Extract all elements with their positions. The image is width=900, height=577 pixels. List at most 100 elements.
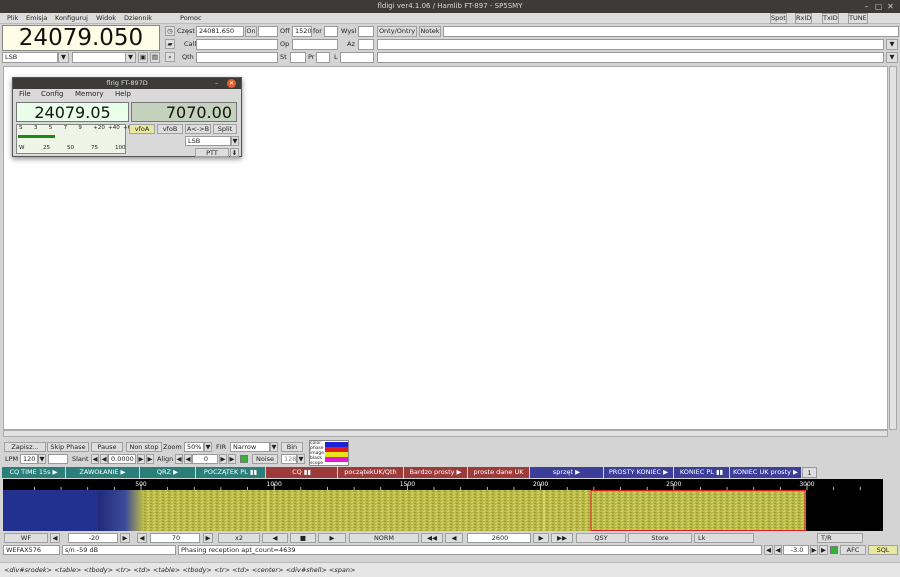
memory-icon[interactable]: ▣ <box>138 52 148 63</box>
chevron-down-icon[interactable]: ▼ <box>38 454 46 464</box>
decrease-icon[interactable]: ◀ <box>50 533 60 543</box>
chevron-down-icon[interactable]: ▼ <box>231 136 239 146</box>
menu-pomoc[interactable]: Pomoc <box>180 14 202 22</box>
rx-hscrollbar[interactable] <box>3 430 888 437</box>
macro-button-5[interactable]: CQ ▮▮ <box>266 467 337 478</box>
increase-small-icon[interactable]: ▶ <box>810 545 818 555</box>
vfob-display[interactable]: 7070.00 <box>131 102 237 122</box>
non-stop-button[interactable]: Non stop <box>126 442 162 452</box>
minimize-icon[interactable]: – <box>215 78 219 89</box>
az-field[interactable] <box>358 39 374 50</box>
spot-button[interactable]: Spot <box>770 13 787 24</box>
chevron-down-icon[interactable]: ▼ <box>886 39 898 50</box>
macro-button-8[interactable]: proste dane UK <box>468 467 529 478</box>
squelch-value[interactable]: -3.0 <box>783 545 809 555</box>
menu-widok[interactable]: Widok <box>96 14 116 22</box>
sql-button[interactable]: SQL <box>868 545 898 555</box>
increase-icon[interactable]: ▶ <box>819 545 828 555</box>
increase-icon[interactable]: ▶ <box>203 533 213 543</box>
decrease-icon[interactable]: ◀ <box>764 545 773 555</box>
mode-select[interactable]: LSB <box>2 52 58 63</box>
chevron-down-icon[interactable]: ▼ <box>125 52 136 63</box>
close-icon[interactable]: ✕ <box>886 2 895 11</box>
wf-min-field[interactable]: -20 <box>68 533 118 543</box>
maximize-icon[interactable]: ▢ <box>874 2 883 11</box>
increase-icon[interactable]: ▶ <box>146 454 154 464</box>
increase-small-icon[interactable]: ▶ <box>137 454 145 464</box>
vfob-button[interactable]: vfoB <box>157 124 183 134</box>
increase-small-icon[interactable]: ▶ <box>219 454 227 464</box>
tr-button[interactable]: T/R <box>817 533 863 543</box>
minimize-icon[interactable]: – <box>862 2 871 11</box>
store-button[interactable]: Store <box>628 533 692 543</box>
close-icon[interactable]: ✕ <box>227 79 236 88</box>
macro-button-1[interactable]: CQ TIME 15s ▶ <box>2 467 65 478</box>
decrease-small-icon[interactable]: ◀ <box>774 545 782 555</box>
czest-field[interactable]: 24081.650 <box>196 26 244 37</box>
macro-button-7[interactable]: Bardzo prosty ▶ <box>404 467 467 478</box>
chevron-down-icon[interactable]: ▼ <box>886 52 898 63</box>
pause-button[interactable]: Pause <box>91 442 123 452</box>
noise-field[interactable]: 128 <box>281 454 297 464</box>
chevron-down-icon[interactable]: ▼ <box>270 442 278 452</box>
afc-button[interactable]: AFC <box>840 545 866 555</box>
lock-button[interactable]: Lk <box>694 533 754 543</box>
chevron-down-icon[interactable]: ▼ <box>204 442 212 452</box>
align-field[interactable]: 0 <box>192 454 218 464</box>
zoom-select[interactable]: 50% <box>184 442 204 452</box>
flrig-window[interactable]: flrig FT-897D ✕ – File Config Memory Hel… <box>12 77 242 157</box>
macro-button-10[interactable]: PROSTY KONIEC ▶ <box>604 467 673 478</box>
flrig-menu-help[interactable]: Help <box>115 90 131 98</box>
decrease-icon[interactable]: ◀ <box>91 454 99 464</box>
wf-frequency-field[interactable]: 2600 <box>467 533 531 543</box>
wf-range-field[interactable]: 70 <box>150 533 200 543</box>
folder-icon[interactable]: ▰ <box>165 39 175 49</box>
macro-button-13[interactable]: 1 <box>802 467 817 478</box>
step-back-icon[interactable]: ◀ <box>445 533 463 543</box>
call-field[interactable] <box>196 39 278 50</box>
notek-button[interactable]: Notek <box>419 26 441 37</box>
ext-field-1[interactable] <box>377 39 884 50</box>
bin-button[interactable]: Bin <box>281 442 303 452</box>
on-field[interactable] <box>258 26 278 37</box>
prev-icon[interactable]: ◀ <box>262 533 288 543</box>
flrig-menu-memory[interactable]: Memory <box>75 90 103 98</box>
macro-button-4[interactable]: POCZĄTEK PL ▮▮ <box>196 467 265 478</box>
rxid-button[interactable]: RxID <box>795 13 813 24</box>
qth-field[interactable] <box>196 52 278 63</box>
flrig-menu-file[interactable]: File <box>19 90 31 98</box>
st-field[interactable] <box>290 52 306 63</box>
menu-emisja[interactable]: Emisja <box>26 14 47 22</box>
frequency-display[interactable]: 24079.050 <box>2 25 160 51</box>
norm-button[interactable]: NORM <box>349 533 419 543</box>
vfoa-display[interactable]: 24079.05 <box>16 102 129 122</box>
step-forward-icon[interactable]: ▶ <box>533 533 549 543</box>
clock-icon[interactable]: ◷ <box>165 26 175 36</box>
menu-dziennik[interactable]: Dziennik <box>124 14 152 22</box>
macro-button-11[interactable]: KONIEC PL ▮▮ <box>674 467 729 478</box>
next-icon[interactable]: ▶ <box>318 533 346 543</box>
stop-icon[interactable]: ■ <box>290 533 316 543</box>
for-field[interactable] <box>324 26 338 37</box>
lpm-select[interactable]: 120 <box>20 454 38 464</box>
decrease-small-icon[interactable]: ◀ <box>100 454 108 464</box>
flrig-menu-config[interactable]: Config <box>41 90 63 98</box>
search-icon[interactable]: ⌕ <box>165 52 175 62</box>
locator-field[interactable] <box>340 52 374 63</box>
ptt-button[interactable]: PTT <box>195 148 229 157</box>
arrow-down-icon[interactable]: ⬇ <box>230 148 239 157</box>
on-button[interactable]: On <box>245 26 257 37</box>
split-button[interactable]: Split <box>213 124 237 134</box>
ext-field-2[interactable] <box>377 52 884 63</box>
txid-button[interactable]: TxID <box>822 13 839 24</box>
waterfall[interactable] <box>3 490 883 531</box>
swap-button[interactable]: A<->B <box>185 124 211 134</box>
zapisz-button[interactable]: Zapisz... <box>4 442 46 452</box>
decrease-small-icon[interactable]: ◀ <box>184 454 192 464</box>
wf-mode-button[interactable]: WF <box>4 533 48 543</box>
macro-button-6[interactable]: początekUK/Qth <box>338 467 403 478</box>
op-field[interactable] <box>292 39 338 50</box>
lpm-field[interactable] <box>48 454 68 464</box>
wysl-field[interactable] <box>358 26 374 37</box>
macro-button-3[interactable]: QRZ ▶ <box>140 467 195 478</box>
